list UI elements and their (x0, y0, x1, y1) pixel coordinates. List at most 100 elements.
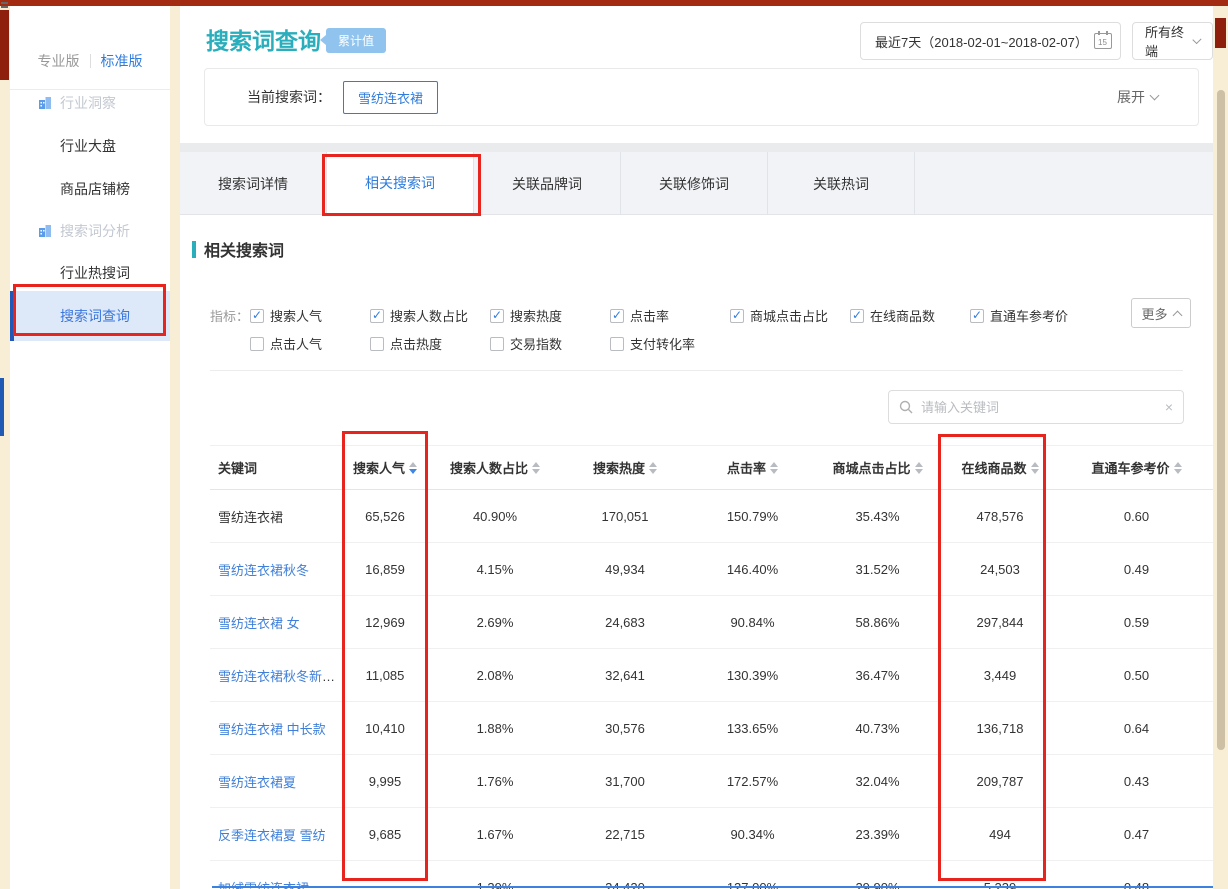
keyword-link[interactable]: 雪纺连衣裙秋冬新款女... (218, 669, 340, 684)
date-range-selector[interactable]: 最近7天（2018-02-01~2018-02-07） (860, 22, 1103, 60)
sort-desc-icon (770, 469, 778, 474)
tab-2[interactable]: 相关搜索词 (327, 152, 474, 215)
metric-checkbox-label: 交易指数 (510, 334, 562, 353)
column-header-label: 搜索人气 (353, 458, 405, 477)
expand-toggle[interactable]: 展开 (1117, 87, 1158, 107)
expand-label: 展开 (1117, 87, 1145, 107)
column-header-7[interactable]: 在线商品数 (940, 458, 1060, 477)
keyword-link[interactable]: 雪纺连衣裙秋冬 (218, 563, 309, 578)
sort-asc-icon (1174, 462, 1182, 467)
value-cell: 16,859 (340, 562, 430, 577)
metric-checkbox-1-4[interactable]: 点击率 (610, 306, 730, 325)
industry-icon (38, 224, 52, 238)
column-header-6[interactable]: 商城点击占比 (815, 458, 940, 477)
version-tab-1[interactable]: 专业版 (38, 51, 80, 71)
sort-icon (770, 462, 778, 474)
value-cell: 0.50 (1060, 668, 1213, 683)
cumulative-badge: 累计值 (326, 28, 386, 53)
value-cell: 32.04% (815, 774, 940, 789)
table-row: 雪纺连衣裙 女12,9692.69%24,68390.84%58.86%297,… (210, 596, 1213, 649)
sort-desc-icon (1174, 469, 1182, 474)
keyword-link[interactable]: 反季连衣裙夏 雪纺 (218, 828, 326, 843)
column-header-5[interactable]: 点击率 (690, 458, 815, 477)
sort-icon (409, 462, 417, 474)
metric-checkbox-label: 搜索热度 (510, 306, 562, 325)
column-header-label: 点击率 (727, 458, 766, 477)
metric-checkbox-2-3[interactable]: 交易指数 (490, 334, 610, 353)
clear-icon[interactable]: × (1165, 399, 1173, 415)
table-row: 雪纺连衣裙夏9,9951.76%31,700172.57%32.04%209,7… (210, 755, 1213, 808)
keyword-cell: 雪纺连衣裙秋冬 (210, 560, 340, 579)
right-red-block (1215, 18, 1226, 48)
keyword-cell: 雪纺连衣裙夏 (210, 772, 340, 791)
checkbox-icon (370, 309, 384, 323)
sidebar-item-1[interactable]: 行业洞察 (10, 83, 170, 123)
sidebar-item-3[interactable]: 商品店铺榜 (10, 169, 170, 209)
keyword-link[interactable]: 雪纺连衣裙 女 (218, 616, 300, 631)
column-header-2[interactable]: 搜索人气 (340, 458, 430, 477)
sidebar-gap (170, 6, 180, 889)
column-header-4[interactable]: 搜索热度 (560, 458, 690, 477)
keyword-cell: 雪纺连衣裙 (210, 507, 340, 526)
value-cell: 9,685 (340, 827, 430, 842)
column-header-8[interactable]: 直通车参考价 (1060, 458, 1213, 477)
metric-checkbox-2-2[interactable]: 点击热度 (370, 334, 490, 353)
metric-checkbox-1-1[interactable]: 搜索人气 (250, 306, 370, 325)
current-word-chip[interactable]: 雪纺连衣裙 (343, 81, 438, 114)
metric-checkbox-1-2[interactable]: 搜索人数占比 (370, 306, 490, 325)
page-header: 搜索词查询 累计值 最近7天（2018-02-01~2018-02-07） 15… (180, 6, 1213, 143)
keyword-link[interactable]: 雪纺连衣裙夏 (218, 775, 296, 790)
tab-5[interactable]: 关联热词 (768, 152, 915, 215)
value-cell: 0.59 (1060, 615, 1213, 630)
tab-1[interactable]: 搜索词详情 (180, 152, 327, 215)
checkbox-icon (730, 309, 744, 323)
table-header-row: 关键词搜索人气 搜索人数占比 搜索热度 点击率 商城点击占比在线商品数直通车参考价 (210, 445, 1213, 490)
metrics-label: 指标： (210, 306, 250, 325)
column-header-label: 搜索人数占比 (450, 458, 528, 477)
value-cell: 478,576 (940, 509, 1060, 524)
value-cell: 30,576 (560, 721, 690, 736)
checkbox-icon (370, 337, 384, 351)
sort-desc-icon (1031, 469, 1039, 474)
sort-asc-icon (1031, 462, 1039, 467)
metric-checkbox-1-5[interactable]: 商城点击占比 (730, 306, 850, 325)
value-cell: 0.47 (1060, 827, 1213, 842)
metric-checkbox-label: 点击热度 (390, 334, 442, 353)
more-button[interactable]: 更多 (1131, 298, 1191, 328)
keyword-search-input[interactable] (921, 400, 1157, 415)
metric-checkbox-1-6[interactable]: 在线商品数 (850, 306, 970, 325)
metric-checkbox-2-1[interactable]: 点击人气 (250, 334, 370, 353)
value-cell: 136,718 (940, 721, 1060, 736)
checkbox-icon (970, 309, 984, 323)
value-cell: 49,934 (560, 562, 690, 577)
section-accent-bar (192, 241, 196, 258)
value-cell: 150.79% (690, 509, 815, 524)
left-red-block (0, 10, 9, 80)
sidebar-item-2[interactable]: 行业大盘 (10, 126, 170, 166)
version-tab-2[interactable]: 标准版 (101, 51, 143, 71)
calendar-button[interactable]: 15 (1085, 22, 1121, 60)
value-cell: 1.88% (430, 721, 560, 736)
keyword-link[interactable]: 雪纺连衣裙 中长款 (218, 722, 326, 737)
checkbox-icon (610, 337, 624, 351)
vertical-scrollbar[interactable] (1217, 90, 1225, 750)
sidebar-item-6[interactable]: 搜索词查询 (10, 291, 170, 341)
chevron-down-icon (1150, 91, 1160, 101)
section-title: 相关搜索词 (192, 237, 284, 261)
sort-icon (915, 462, 923, 474)
metric-checkbox-1-7[interactable]: 直通车参考价 (970, 306, 1090, 325)
current-word-label: 当前搜索词： (247, 87, 331, 107)
keyword-cell: 雪纺连衣裙秋冬新款女... (210, 666, 340, 685)
column-header-3[interactable]: 搜索人数占比 (430, 458, 560, 477)
version-tabs: 专业版 标准版 (10, 32, 170, 90)
value-cell: 4.15% (430, 562, 560, 577)
column-header-1: 关键词 (210, 458, 340, 477)
tab-4[interactable]: 关联修饰词 (621, 152, 768, 215)
sidebar-item-5[interactable]: 行业热搜词 (10, 253, 170, 293)
tab-3[interactable]: 关联品牌词 (474, 152, 621, 215)
terminal-selector[interactable]: 所有终端 (1132, 22, 1213, 60)
metric-checkbox-2-4[interactable]: 支付转化率 (610, 334, 730, 353)
metric-checkbox-label: 搜索人数占比 (390, 306, 468, 325)
sidebar-item-4[interactable]: 搜索词分析 (10, 211, 170, 251)
metric-checkbox-1-3[interactable]: 搜索热度 (490, 306, 610, 325)
